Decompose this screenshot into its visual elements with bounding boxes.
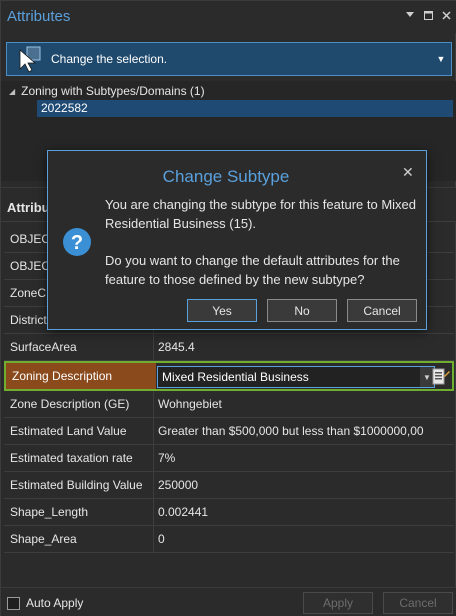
- chevron-down-icon[interactable]: [405, 9, 415, 21]
- field-value[interactable]: Greater than $500,000 but less than $100…: [154, 424, 454, 438]
- attributes-tab-label[interactable]: Attribu: [7, 200, 50, 215]
- close-icon[interactable]: ✕: [402, 165, 414, 179]
- table-row[interactable]: SurfaceArea 2845.4: [4, 334, 454, 361]
- field-name: Shape_Area: [4, 526, 154, 552]
- tree-layer-row[interactable]: ◢ Zoning with Subtypes/Domains (1): [9, 84, 205, 98]
- dialog-title: Change Subtype: [162, 167, 290, 186]
- tree-selected-feature[interactable]: 2022582: [37, 100, 453, 117]
- zoning-description-row[interactable]: Zoning Description Mixed Residential Bus…: [4, 361, 454, 391]
- field-name: Estimated Land Value: [4, 418, 154, 444]
- field-name: Shape_Length: [4, 499, 154, 525]
- dropdown-arrow-icon[interactable]: ▼: [431, 54, 451, 64]
- field-value[interactable]: 0.002441: [154, 505, 454, 519]
- table-row[interactable]: Shape_Area 0: [4, 526, 454, 553]
- field-name: Estimated taxation rate: [4, 445, 154, 471]
- change-subtype-dialog: Change Subtype ✕ ? You are changing the …: [47, 150, 427, 330]
- cursor-select-icon: [15, 45, 43, 73]
- edit-domain-icon[interactable]: [432, 367, 450, 387]
- maximize-icon[interactable]: [423, 9, 433, 21]
- field-value[interactable]: 2845.4: [154, 340, 454, 354]
- field-name: Zoning Description: [6, 363, 156, 389]
- zoning-description-combobox[interactable]: Mixed Residential Business ▼: [157, 366, 435, 388]
- table-row[interactable]: Estimated Building Value 250000: [4, 472, 454, 499]
- cancel-button[interactable]: Cancel: [383, 592, 453, 614]
- tree-layer-label: Zoning with Subtypes/Domains (1): [21, 84, 205, 98]
- dialog-cancel-button[interactable]: Cancel: [347, 299, 417, 322]
- table-row[interactable]: Estimated taxation rate 7%: [4, 445, 454, 472]
- selection-dropdown[interactable]: Change the selection. ▼: [6, 42, 452, 76]
- yes-button[interactable]: Yes: [187, 299, 257, 322]
- field-value[interactable]: 0: [154, 532, 454, 546]
- field-value[interactable]: 250000: [154, 478, 454, 492]
- table-row[interactable]: Shape_Length 0.002441: [4, 499, 454, 526]
- expand-triangle-icon[interactable]: ◢: [9, 87, 15, 96]
- no-button[interactable]: No: [267, 299, 337, 322]
- pane-title: Attributes: [7, 8, 71, 25]
- combobox-value: Mixed Residential Business: [162, 370, 309, 384]
- dialog-message-line-1: You are changing the subtype for this fe…: [105, 197, 416, 231]
- auto-apply-checkbox[interactable]: [7, 596, 20, 610]
- attributes-footer: Auto Apply Apply Cancel: [1, 587, 456, 616]
- apply-button[interactable]: Apply: [303, 592, 373, 614]
- question-icon: ?: [62, 227, 92, 257]
- table-row[interactable]: Estimated Land Value Greater than $500,0…: [4, 418, 454, 445]
- dialog-message-line-2: Do you want to change the default attrib…: [105, 253, 400, 287]
- svg-text:?: ?: [71, 232, 83, 254]
- close-icon[interactable]: [441, 9, 451, 21]
- field-value[interactable]: 7%: [154, 451, 454, 465]
- field-name: Zone Description (GE): [4, 391, 154, 417]
- auto-apply-toggle[interactable]: Auto Apply: [7, 596, 83, 610]
- field-name: SurfaceArea: [4, 334, 154, 360]
- field-name: Estimated Building Value: [4, 472, 154, 498]
- dialog-message: You are changing the subtype for this fe…: [105, 195, 417, 289]
- pane-titlebar: Attributes: [1, 1, 456, 33]
- table-row[interactable]: Zone Description (GE) Wohngebiet: [4, 391, 454, 418]
- field-value[interactable]: Wohngebiet: [154, 397, 454, 411]
- pane-controls: [405, 9, 451, 21]
- selection-label: Change the selection.: [51, 52, 168, 66]
- auto-apply-label: Auto Apply: [26, 596, 84, 610]
